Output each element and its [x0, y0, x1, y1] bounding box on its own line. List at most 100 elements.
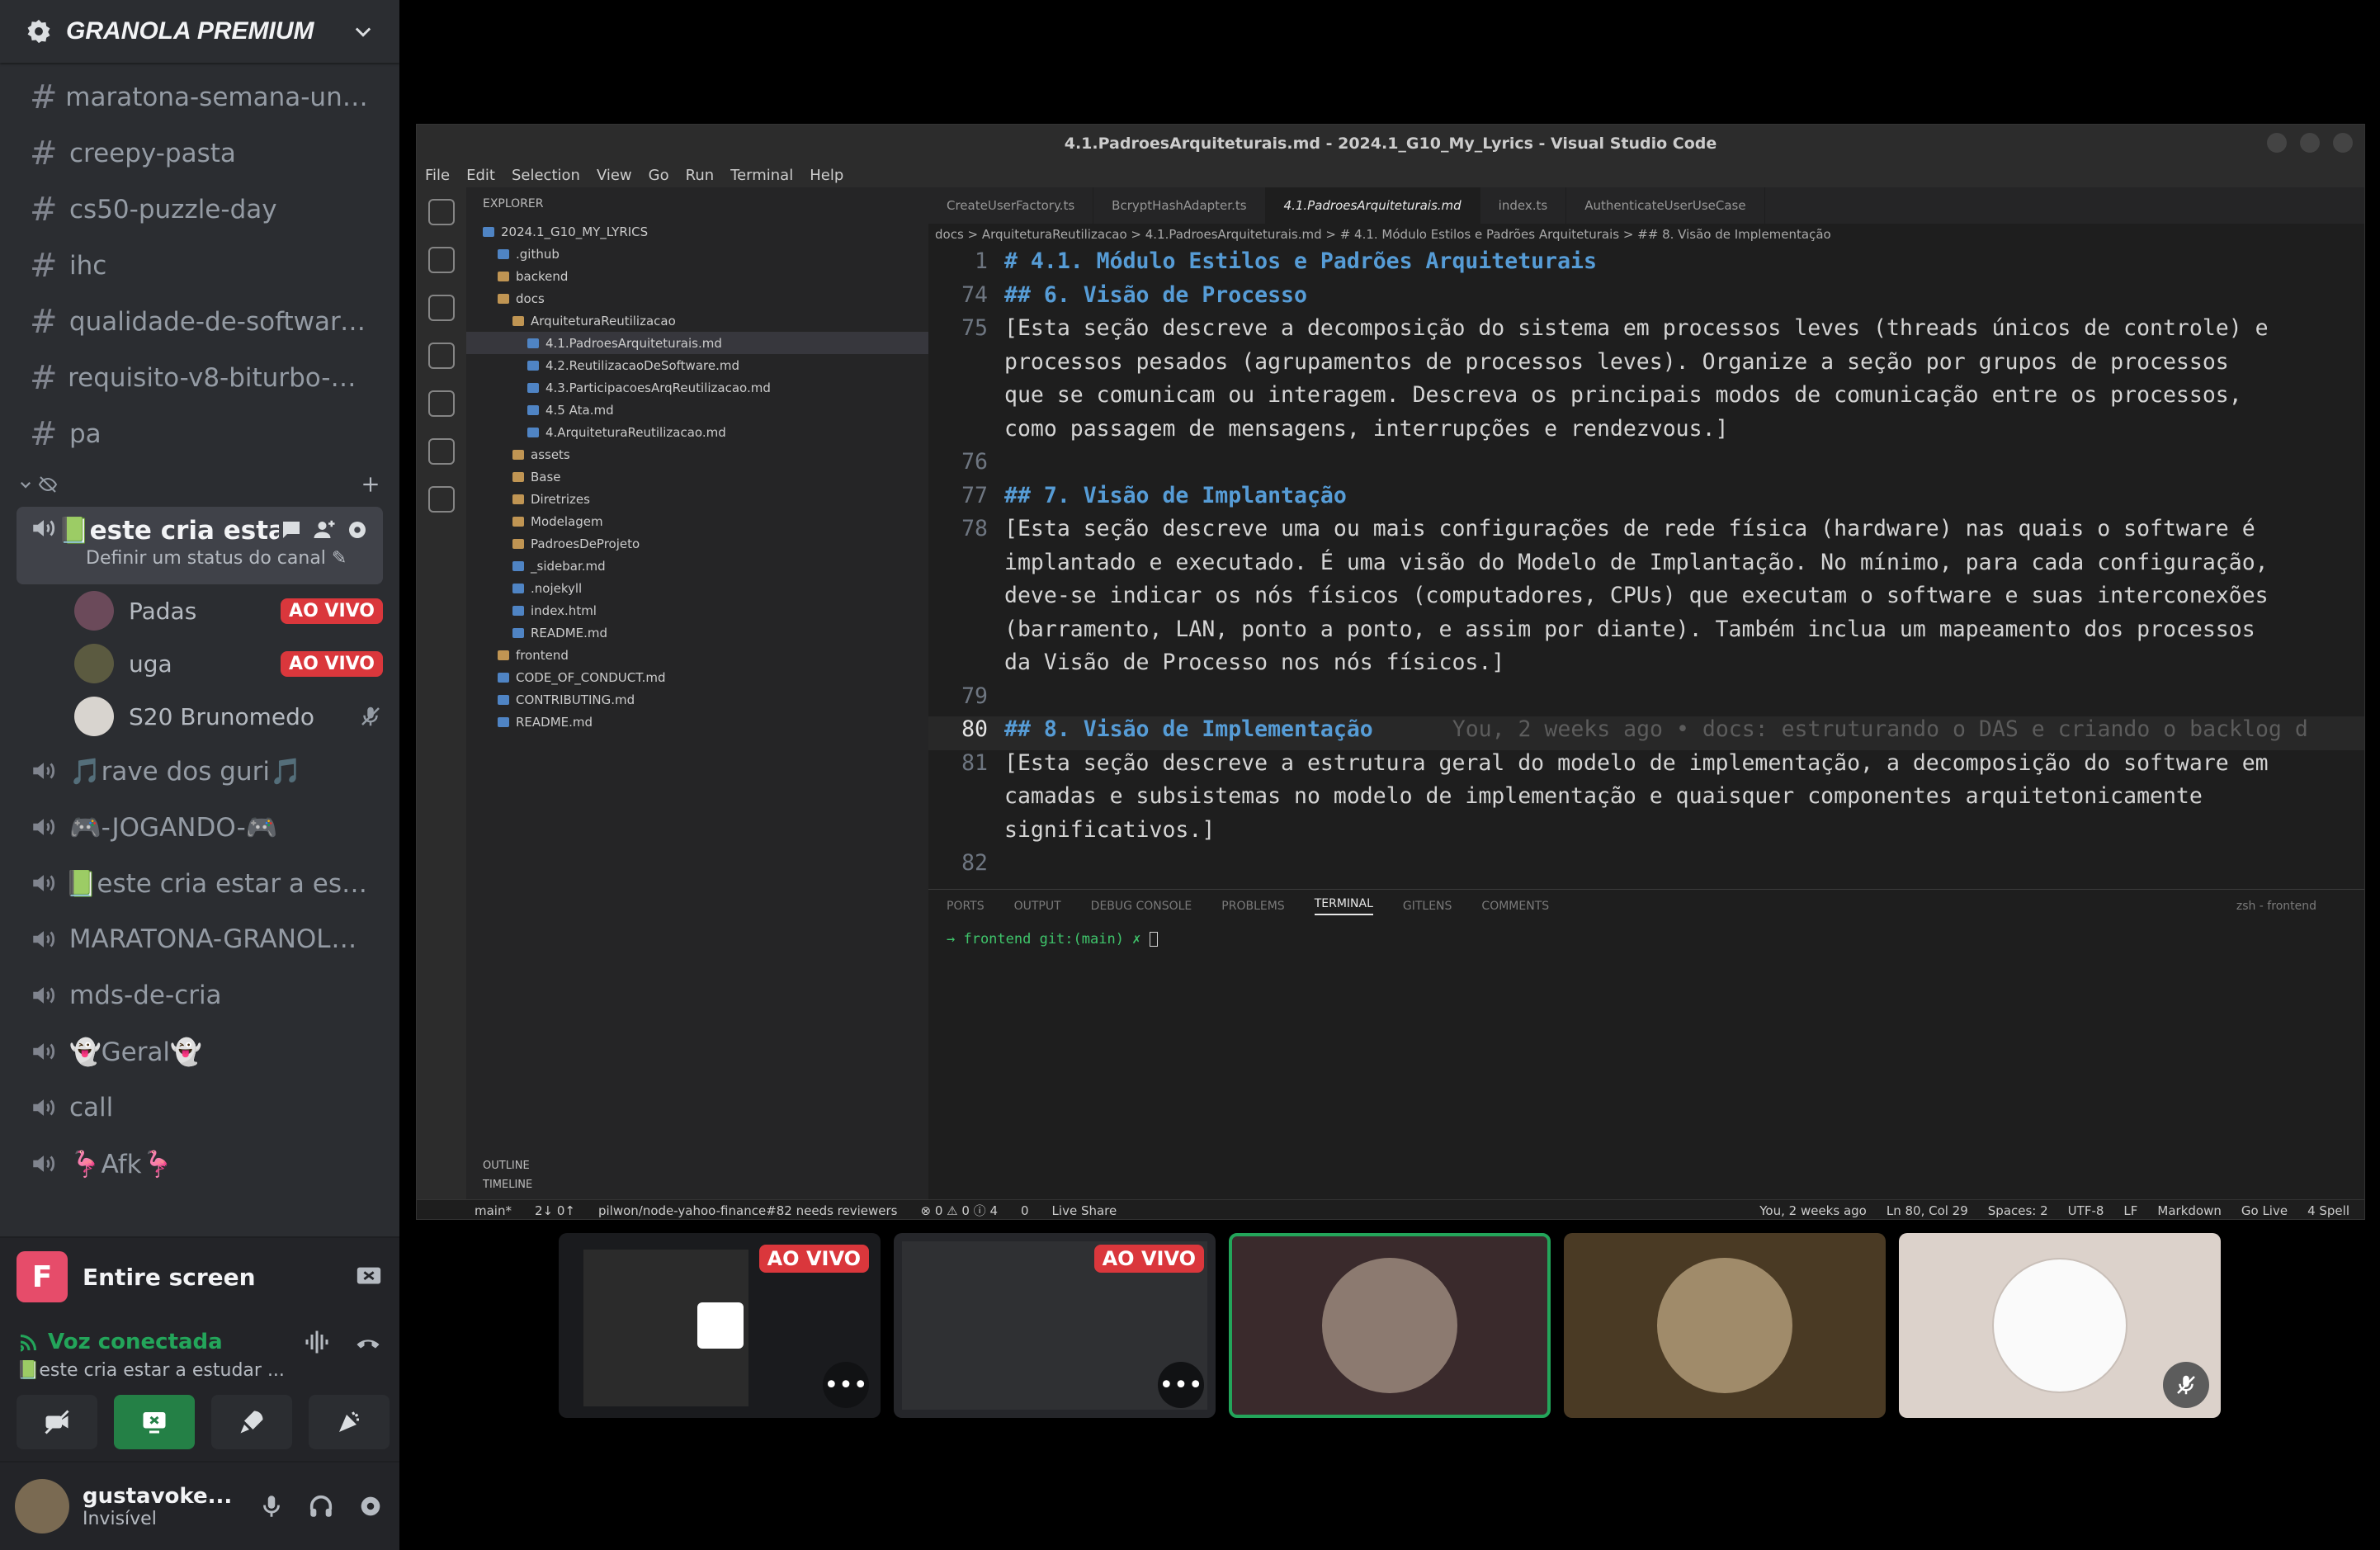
- stream-tile[interactable]: AO VIVO •••: [894, 1233, 1216, 1418]
- eye-slash-icon: [38, 476, 58, 493]
- line-text: ### 8.1 Visão Geral: [1004, 884, 1254, 885]
- voice-channel-subtitle[interactable]: 📗este cria estar a estudar ...: [17, 1360, 383, 1381]
- text-channel[interactable]: # creepy-pasta: [12, 125, 388, 182]
- participant-tile[interactable]: [1229, 1233, 1551, 1418]
- text-channel[interactable]: # pa: [12, 406, 388, 462]
- voice-member[interactable]: uga AO VIVO: [74, 637, 383, 690]
- member-name: uga: [129, 650, 172, 678]
- code-line: 1 # 4.1. Módulo Estilos e Padrões Arquite…: [928, 248, 2364, 282]
- folder-icon: [498, 271, 509, 281]
- status-item: Ln 80, Col 29: [1886, 1203, 1968, 1218]
- stream-tile[interactable]: AO VIVO •••: [559, 1233, 881, 1418]
- voice-channel[interactable]: 🎮-JOGANDO-🎮: [12, 799, 388, 855]
- text-channel[interactable]: # maratona-semana-unive...: [12, 69, 388, 125]
- noise-suppression-icon[interactable]: [302, 1327, 332, 1357]
- rocket-icon: [240, 1411, 263, 1434]
- voice-channel[interactable]: mds-de-cria: [12, 967, 388, 1023]
- participant-tile[interactable]: [1564, 1233, 1886, 1418]
- search-icon: [428, 295, 455, 321]
- code-line: 79: [928, 683, 2364, 717]
- soundboard-icon: [339, 1411, 359, 1432]
- files-icon: [428, 199, 455, 225]
- activity-button[interactable]: [211, 1395, 292, 1449]
- editor-tab: BcryptHashAdapter.ts: [1093, 187, 1266, 224]
- screen-share-button[interactable]: [114, 1395, 195, 1449]
- text-channel[interactable]: # requisito-v8-biturbo-as...: [12, 350, 388, 406]
- text-channel[interactable]: # ihc: [12, 238, 388, 294]
- git-blame-annotation: You, 2 weeks ago • docs: estruturando o …: [1452, 716, 2308, 742]
- voice-channel[interactable]: MARATONA-GRANOLA...: [12, 911, 388, 967]
- channel-name: 🎮-JOGANDO-🎮: [69, 812, 278, 843]
- channel-sidebar: GRANOLA PREMIUM # maratona-semana-unive..…: [0, 0, 399, 1550]
- headphones-icon[interactable]: [307, 1492, 335, 1520]
- screen-icon: [697, 1302, 744, 1349]
- text-channel[interactable]: # cs50-puzzle-day: [12, 182, 388, 238]
- voice-member[interactable]: Padas AO VIVO: [74, 584, 383, 637]
- stop-stream-icon[interactable]: [355, 1263, 383, 1291]
- file-tree-label: CONTRIBUTING.md: [516, 692, 635, 707]
- gear-icon[interactable]: [345, 517, 370, 542]
- file-tree-label: frontend: [516, 647, 569, 663]
- speaker-icon: [30, 1037, 69, 1066]
- soundboard-button[interactable]: [309, 1395, 390, 1449]
- more-options-icon[interactable]: •••: [1158, 1362, 1204, 1408]
- voice-category-header[interactable]: [12, 462, 388, 507]
- panel-tab: OUTPUT: [1013, 900, 1061, 913]
- file-explorer: EXPLORER 2024.1_G10_MY_LYRICS .github back…: [466, 187, 928, 1207]
- server-badge-icon: [27, 19, 50, 44]
- camera-off-button[interactable]: [17, 1395, 97, 1449]
- panel-tab: GITLENS: [1402, 900, 1452, 913]
- status-item: Markdown: [2157, 1203, 2222, 1218]
- disconnect-icon[interactable]: [353, 1327, 383, 1357]
- active-voice-channel[interactable]: 📗este cria esta... Definir um status do …: [17, 507, 383, 584]
- voice-member[interactable]: S20 Brunomedo: [74, 690, 383, 743]
- more-options-icon[interactable]: •••: [823, 1362, 869, 1408]
- voice-channel[interactable]: 🦩Afk🦩: [12, 1136, 388, 1192]
- user-status: Invisível: [83, 1508, 157, 1529]
- file-tree-item: README.md: [466, 621, 928, 644]
- chat-bubble-icon[interactable]: [279, 517, 304, 542]
- file-tree-label: docs: [516, 291, 545, 306]
- file-tree-label: Base: [531, 469, 561, 484]
- hash-icon: #: [30, 191, 58, 229]
- text-channel[interactable]: # qualidade-de-software1: [12, 294, 388, 350]
- microphone-icon[interactable]: [257, 1492, 286, 1520]
- hash-icon: #: [30, 135, 58, 172]
- file-tree-item: 4.5 Ata.md: [466, 399, 928, 421]
- folder-icon: [512, 538, 524, 549]
- voice-channel[interactable]: 📗este cria estar a estud...: [12, 855, 388, 911]
- line-text: ## 8. Visão de Implementação: [1004, 716, 1373, 742]
- file-tree-item: Base: [466, 465, 928, 488]
- channel-status-prompt[interactable]: Definir um status do canal: [86, 548, 326, 569]
- code-line: 82: [928, 850, 2364, 884]
- file-icon: [512, 605, 524, 616]
- server-header[interactable]: GRANOLA PREMIUM: [0, 0, 399, 63]
- voice-channel[interactable]: 👻Geral👻: [12, 1023, 388, 1080]
- file-tree-label: 4.2.ReutilizacaoDeSoftware.md: [545, 357, 739, 373]
- code-view: 1 # 4.1. Módulo Estilos e Padrões Arquite…: [928, 248, 2364, 885]
- add-channel-icon[interactable]: [360, 474, 381, 495]
- file-icon: [527, 427, 539, 437]
- line-text: [Esta seção descreve a decomposição do s…: [1004, 315, 2269, 341]
- invite-user-icon[interactable]: [312, 517, 337, 542]
- avatar[interactable]: [15, 1479, 69, 1533]
- gear-icon[interactable]: [357, 1492, 385, 1520]
- maximize-icon: [2300, 133, 2320, 153]
- screen-share-stream[interactable]: 4.1.PadroesArquiteturais.md - 2024.1_G10…: [416, 124, 2365, 1220]
- chevron-down-icon[interactable]: [352, 20, 375, 43]
- folder-icon: [512, 516, 524, 527]
- user-info[interactable]: gustavoke... Invisível: [83, 1484, 232, 1529]
- status-item: main*: [475, 1203, 512, 1218]
- line-number: 74: [961, 281, 988, 308]
- line-text: camadas e subsistemas no modelo de imple…: [1004, 783, 2203, 809]
- hash-icon: #: [30, 303, 58, 341]
- file-tree-label: index.html: [531, 603, 597, 618]
- speaker-icon: [30, 869, 65, 897]
- outline-section: OUTLINE: [483, 1160, 530, 1172]
- voice-channel[interactable]: 🎵rave dos guri🎵: [12, 743, 388, 799]
- participant-tile[interactable]: [1899, 1233, 2221, 1418]
- pencil-icon[interactable]: ✎: [332, 548, 347, 569]
- voice-connected-label[interactable]: Voz conectada: [48, 1330, 223, 1354]
- voice-channel[interactable]: call: [12, 1080, 388, 1136]
- line-number: 76: [961, 449, 988, 475]
